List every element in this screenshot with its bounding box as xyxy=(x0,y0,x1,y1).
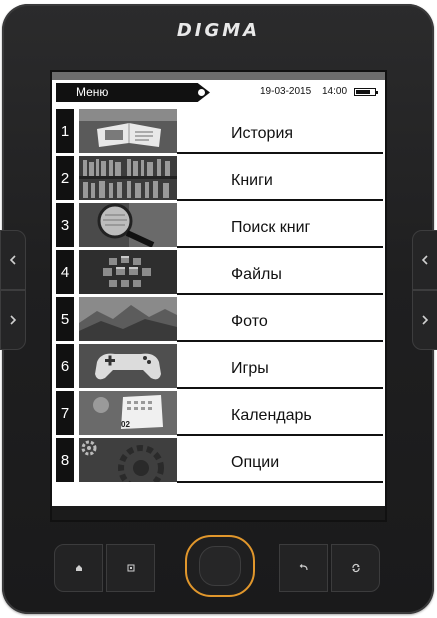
menu-icon xyxy=(127,564,134,572)
back-button[interactable] xyxy=(279,544,328,592)
right-page-next-button[interactable] xyxy=(412,290,437,350)
back-icon xyxy=(299,564,308,571)
eink-screen: Меню 19-03-2015 14:00 1 История 2 Книги … xyxy=(50,70,387,522)
menu-item-number: 4 xyxy=(56,250,74,294)
rotate-icon xyxy=(351,563,360,573)
left-page-next-button[interactable] xyxy=(0,290,26,350)
main-menu-list: 1 История 2 Книги 3 Поиск книг 4 Файлы 5… xyxy=(52,108,385,484)
menu-item-photo[interactable]: 5 Фото xyxy=(52,296,385,343)
home-icon xyxy=(75,565,82,571)
status-time: 14:00 xyxy=(322,86,348,97)
menu-item-number: 2 xyxy=(56,156,74,200)
open-book-thumbnail xyxy=(79,109,177,153)
hardware-key-bar xyxy=(50,535,390,604)
menu-item-label: Поиск книг xyxy=(231,219,311,236)
status-date: 19-03-2015 xyxy=(260,86,312,97)
menu-item-label: Игры xyxy=(231,360,269,377)
menu-item-number: 5 xyxy=(56,297,74,341)
battery-icon xyxy=(354,88,378,96)
rotate-button[interactable] xyxy=(331,544,380,592)
menu-item-label: Книги xyxy=(231,172,273,189)
magnifier-thumbnail xyxy=(79,203,177,247)
chevron-right-icon xyxy=(422,315,429,325)
menu-item-label: История xyxy=(231,125,294,142)
menu-item-label: Фото xyxy=(231,313,268,330)
chevron-right-icon xyxy=(10,315,17,325)
screen-bottom-bezel xyxy=(52,506,385,520)
menu-item-book-search[interactable]: 3 Поиск книг xyxy=(52,202,385,249)
battery-fill xyxy=(356,90,371,94)
menu-title: Меню xyxy=(76,85,109,99)
screen-top-bezel xyxy=(52,72,385,80)
chevron-left-icon xyxy=(9,255,16,265)
left-page-prev-button[interactable] xyxy=(0,230,26,290)
calendar-thumbnail: 02 xyxy=(79,391,177,435)
menu-item-number: 7 xyxy=(56,391,74,435)
status-bar: Меню 19-03-2015 14:00 xyxy=(52,82,385,104)
bookshelf-thumbnail xyxy=(79,156,177,200)
menu-item-number: 3 xyxy=(56,203,74,247)
menu-button[interactable] xyxy=(106,544,155,592)
menu-item-calendar[interactable]: 7 02 Календарь xyxy=(52,390,385,437)
menu-item-label: Опции xyxy=(231,454,280,471)
nav-dpad-ring[interactable] xyxy=(185,535,255,597)
gamepad-thumbnail xyxy=(79,344,177,388)
menu-item-label: Календарь xyxy=(231,407,312,424)
menu-item-options[interactable]: 8 Опции xyxy=(52,437,385,484)
cubes-thumbnail xyxy=(79,250,177,294)
menu-item-number: 6 xyxy=(56,344,74,388)
nav-ok-button[interactable] xyxy=(199,546,241,586)
chevron-left-icon xyxy=(421,255,428,265)
calendar-thumb-text: 02 xyxy=(121,420,130,429)
right-page-prev-button[interactable] xyxy=(412,230,437,290)
menu-item-number: 1 xyxy=(56,109,74,153)
menu-indicator-dot xyxy=(198,89,205,96)
menu-item-books[interactable]: 2 Книги xyxy=(52,155,385,202)
menu-title-tab[interactable]: Меню xyxy=(56,83,210,102)
menu-item-files[interactable]: 4 Файлы xyxy=(52,249,385,296)
mountains-thumbnail xyxy=(79,297,177,341)
home-button[interactable] xyxy=(54,544,103,592)
menu-item-history[interactable]: 1 История xyxy=(52,108,385,155)
brand-logo: DIGMA xyxy=(176,20,261,41)
menu-item-games[interactable]: 6 Игры xyxy=(52,343,385,390)
menu-item-number: 8 xyxy=(56,438,74,482)
gears-thumbnail xyxy=(79,438,177,482)
menu-item-label: Файлы xyxy=(231,266,282,283)
